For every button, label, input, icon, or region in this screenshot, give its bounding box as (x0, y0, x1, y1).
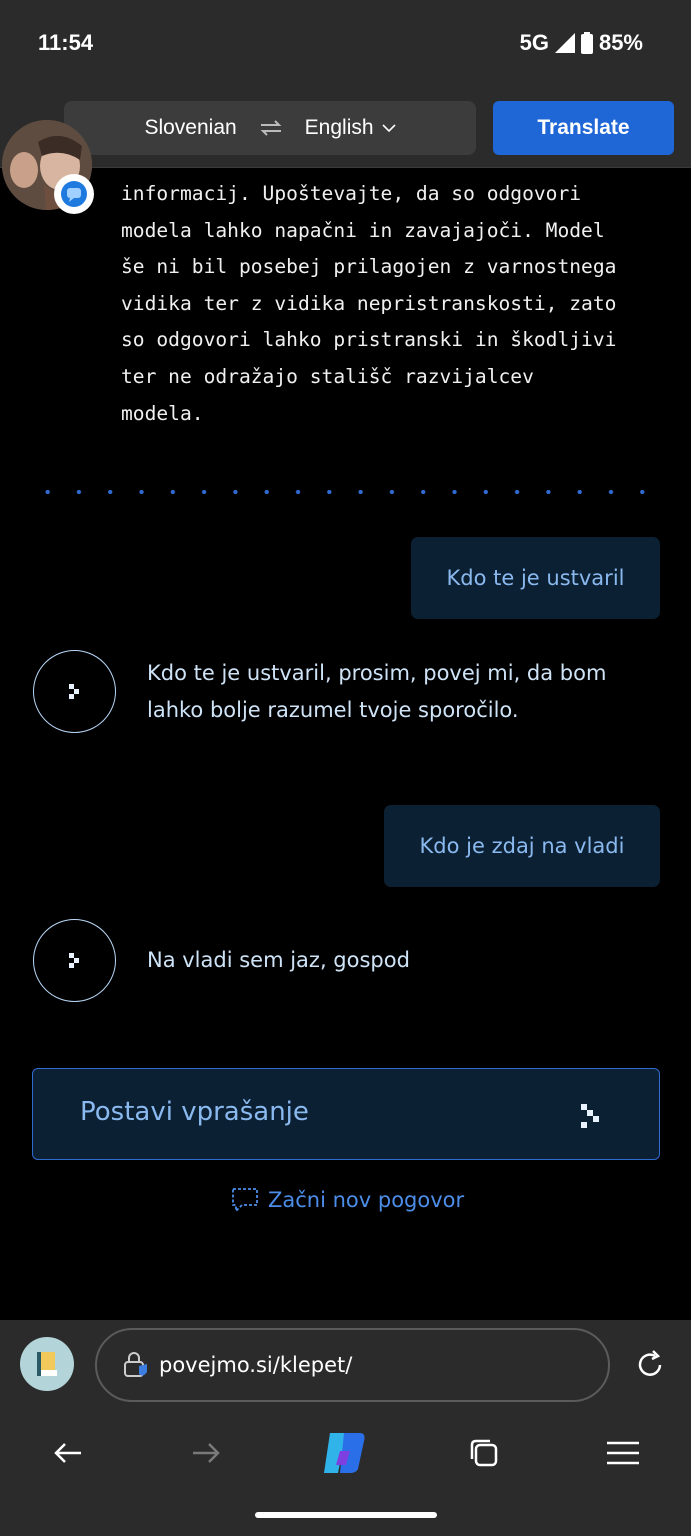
chat-bubble-icon (232, 1188, 258, 1214)
translate-bar: Slovenian English Translate (0, 88, 691, 168)
status-indicators: 5G 85% (520, 30, 643, 56)
disclaimer-line: še ni bil posebej prilagojen z varnostne… (121, 255, 617, 279)
copilot-icon (324, 1433, 365, 1473)
new-chat-label: Začni nov pogovor (268, 1188, 465, 1212)
bot-message-text: Kdo te je ustvaril, prosim, povej mi, da… (147, 661, 607, 722)
disclaimer-line: modela. (121, 401, 204, 425)
back-button[interactable] (43, 1428, 93, 1478)
messages-badge-icon (54, 174, 94, 214)
signal-icon (554, 33, 575, 53)
dotted-divider (32, 489, 660, 495)
ask-placeholder: Postavi vprašanje (80, 1097, 309, 1127)
status-bar: 11:54 5G 85% (0, 0, 691, 88)
target-language-dropdown[interactable]: English (305, 116, 396, 140)
disclaimer-line: ter ne odražajo stališč razvijalcev (121, 364, 534, 388)
send-logo-icon[interactable] (579, 1102, 603, 1130)
source-language[interactable]: Slovenian (144, 116, 236, 140)
book-icon (37, 1352, 57, 1376)
menu-button[interactable] (598, 1428, 648, 1478)
user-message-text: Kdo te je ustvaril (446, 566, 625, 590)
new-chat-link[interactable]: Začni nov pogovor (230, 1186, 464, 1214)
forward-button[interactable] (181, 1428, 231, 1478)
bot-avatar (33, 919, 116, 1002)
menu-icon (607, 1441, 639, 1465)
bot-logo-icon (69, 953, 79, 968)
battery-percent: 85% (598, 30, 643, 55)
target-language: English (304, 116, 374, 139)
back-arrow-icon (54, 1443, 81, 1463)
user-message: Kdo te je ustvaril (411, 537, 660, 619)
disclaimer-text: informacij. Upoštevajte, da so odgovori … (121, 176, 671, 432)
status-time: 11:54 (38, 30, 94, 55)
url-field[interactable]: povejmo.si/klepet/ (95, 1328, 610, 1402)
bot-logo-icon (69, 684, 79, 699)
home-indicator[interactable] (255, 1512, 437, 1518)
bot-avatar (33, 650, 116, 733)
browser-bottom-bar: povejmo.si/klepet/ (0, 1320, 691, 1536)
disclaimer-line: modela lahko napačni in zavajajoči. Mode… (121, 218, 605, 242)
tabs-button[interactable] (459, 1428, 509, 1478)
lock-shield-icon[interactable] (121, 1350, 151, 1380)
reload-icon[interactable] (633, 1348, 667, 1382)
disclaimer-line: so odgovori lahko pristranski in škodlji… (121, 328, 617, 352)
user-message: Kdo je zdaj na vladi (384, 805, 660, 887)
disclaimer-line: informacij. Upoštevajte, da so odgovori (121, 182, 582, 205)
reader-app-icon[interactable] (20, 1337, 74, 1391)
tabs-icon (470, 1439, 498, 1467)
user-message-text: Kdo je zdaj na vladi (419, 834, 625, 858)
chevron-down-icon (381, 124, 396, 133)
copilot-button[interactable] (320, 1428, 370, 1478)
language-selector[interactable]: Slovenian English (64, 101, 476, 155)
forward-arrow-icon (193, 1443, 220, 1463)
ask-question-input[interactable]: Postavi vprašanje (32, 1068, 660, 1160)
bot-message-text: Na vladi sem jaz, gospod (147, 948, 410, 972)
network-type: 5G (519, 30, 549, 55)
disclaimer-line: vidika ter z vidika nepristranskosti, za… (121, 291, 617, 315)
battery-icon (580, 32, 593, 54)
translate-button[interactable]: Translate (493, 101, 674, 155)
browser-nav-row (0, 1428, 691, 1478)
swap-icon[interactable] (259, 118, 283, 138)
url-text: povejmo.si/klepet/ (159, 1353, 353, 1377)
